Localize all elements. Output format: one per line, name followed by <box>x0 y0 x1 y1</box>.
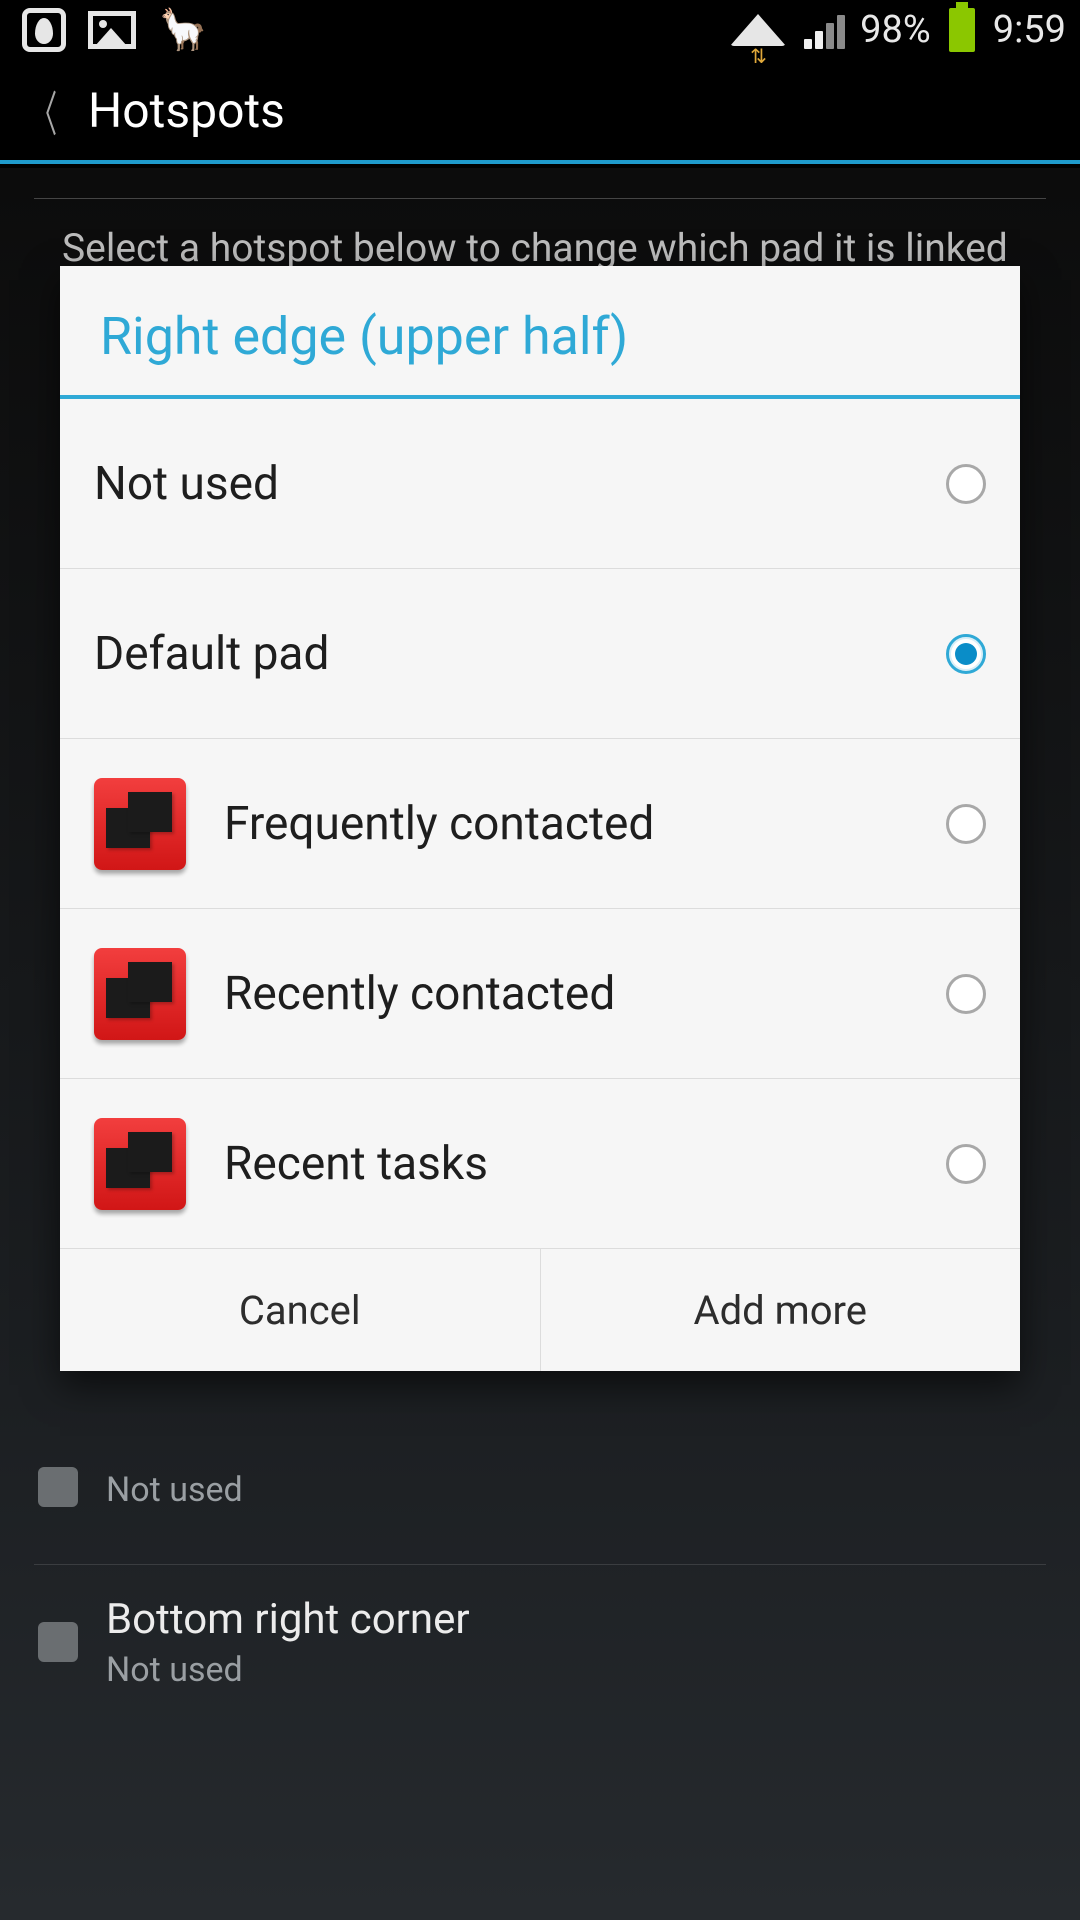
add-more-button[interactable]: Add more <box>540 1249 1021 1371</box>
dialog-option-label: Recent tasks <box>224 1137 908 1191</box>
dialog-option-label: Recently contacted <box>224 967 908 1021</box>
app-icon <box>94 778 186 870</box>
dialog-option[interactable]: Frequently contacted <box>60 739 1020 909</box>
dialog: Right edge (upper half) Not used Default … <box>60 266 1020 1371</box>
radio-button[interactable] <box>946 1144 986 1184</box>
dialog-option[interactable]: Recently contacted <box>60 909 1020 1079</box>
radio-button[interactable] <box>946 974 986 1014</box>
radio-button[interactable] <box>946 464 986 504</box>
dialog-option[interactable]: Recent tasks <box>60 1079 1020 1249</box>
cancel-button[interactable]: Cancel <box>60 1249 540 1371</box>
dialog-title: Right edge (upper half) <box>60 266 1020 399</box>
dialog-option[interactable]: Default pad <box>60 569 1020 739</box>
radio-button[interactable] <box>946 634 986 674</box>
dialog-option-label: Not used <box>94 457 908 511</box>
app-icon <box>94 1118 186 1210</box>
radio-button[interactable] <box>946 804 986 844</box>
dialog-option[interactable]: Not used <box>60 399 1020 569</box>
dialog-option-label: Frequently contacted <box>224 797 908 851</box>
dialog-option-label: Default pad <box>94 627 908 681</box>
app-icon <box>94 948 186 1040</box>
